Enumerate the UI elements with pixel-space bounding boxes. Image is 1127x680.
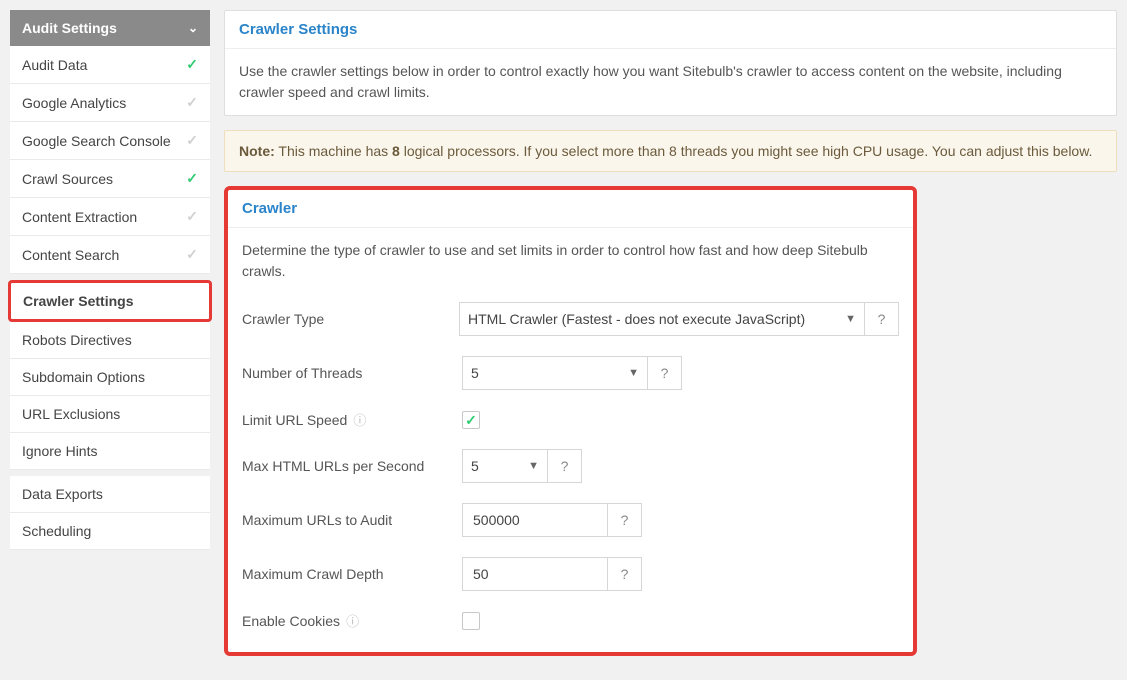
sidebar-item[interactable]: Google Search Console ✓: [10, 122, 210, 160]
sidebar-item[interactable]: Data Exports: [10, 476, 210, 513]
sidebar-item[interactable]: Ignore Hints: [10, 433, 210, 470]
select-value: 5: [471, 365, 479, 381]
sidebar-item-label: Crawl Sources: [22, 171, 113, 187]
row-limit-speed: Limit URL Speed ⓘ: [242, 400, 899, 439]
caret-down-icon: ▼: [628, 367, 639, 379]
sidebar-header-label: Audit Settings: [22, 20, 117, 36]
help-icon: ?: [661, 365, 669, 381]
row-threads: Number of Threads 5 ▼ ?: [242, 346, 899, 400]
sidebar-item-crawler-settings[interactable]: Crawler Settings: [8, 280, 212, 322]
input-max-urls[interactable]: [471, 504, 599, 536]
input-max-depth[interactable]: [471, 558, 599, 590]
sidebar-item[interactable]: Scheduling: [10, 513, 210, 550]
help-button-max-depth[interactable]: ?: [608, 557, 642, 591]
caret-down-icon: ▼: [845, 313, 856, 325]
sidebar-item[interactable]: URL Exclusions: [10, 396, 210, 433]
sidebar-item-label: Scheduling: [22, 523, 91, 539]
note-box: Note: This machine has 8 logical process…: [224, 130, 1117, 172]
label-max-depth: Maximum Crawl Depth: [242, 566, 462, 582]
crawler-card-desc: Determine the type of crawler to use and…: [242, 240, 899, 282]
sidebar-item-label: Google Search Console: [22, 133, 171, 149]
crawler-card: Crawler Determine the type of crawler to…: [224, 186, 917, 656]
sidebar-item-label: Ignore Hints: [22, 443, 97, 459]
crawler-card-title: Crawler: [242, 200, 297, 217]
sidebar-item-label: Data Exports: [22, 486, 103, 502]
question-icon: ⓘ: [346, 611, 359, 630]
help-button-threads[interactable]: ?: [648, 356, 682, 390]
label-cookies: Enable Cookies: [242, 613, 340, 629]
help-button-max-html-urls[interactable]: ?: [548, 449, 582, 483]
checkbox-limit-speed[interactable]: [462, 411, 480, 429]
help-button-crawler-type[interactable]: ?: [865, 302, 899, 336]
input-max-depth-wrap: [462, 557, 608, 591]
sidebar-group-3: Data Exports Scheduling: [10, 476, 210, 550]
note-prefix: Note:: [239, 143, 275, 159]
note-text-a: This machine has: [275, 143, 392, 159]
check-icon: ✓: [186, 56, 198, 73]
select-value: 5: [471, 458, 479, 474]
sidebar-item[interactable]: Audit Data ✓: [10, 46, 210, 84]
row-max-urls: Maximum URLs to Audit ?: [242, 493, 899, 547]
row-cookies: Enable Cookies ⓘ: [242, 601, 899, 640]
label-crawler-type: Crawler Type: [242, 311, 459, 327]
select-max-html-urls[interactable]: 5 ▼: [462, 449, 548, 483]
help-icon: ?: [621, 512, 629, 528]
sidebar-item-label: Audit Data: [22, 57, 87, 73]
chevron-down-icon: ⌄: [188, 21, 198, 35]
label-threads: Number of Threads: [242, 365, 462, 381]
input-max-urls-wrap: [462, 503, 608, 537]
sidebar-item[interactable]: Google Analytics ✓: [10, 84, 210, 122]
check-icon: ✓: [186, 246, 198, 263]
sidebar-item-label: Robots Directives: [22, 332, 132, 348]
help-button-max-urls[interactable]: ?: [608, 503, 642, 537]
check-icon: ✓: [186, 170, 198, 187]
checkbox-cookies[interactable]: [462, 612, 480, 630]
sidebar-item[interactable]: Content Search ✓: [10, 236, 210, 274]
sidebar-item[interactable]: Crawl Sources ✓: [10, 160, 210, 198]
main-content: Crawler Settings Use the crawler setting…: [224, 10, 1117, 670]
check-icon: ✓: [186, 94, 198, 111]
check-icon: ✓: [186, 208, 198, 225]
note-count: 8: [392, 143, 400, 159]
check-icon: ✓: [186, 132, 198, 149]
row-crawler-type: Crawler Type HTML Crawler (Fastest - doe…: [242, 292, 899, 346]
sidebar-item-label: Content Extraction: [22, 209, 137, 225]
card-text: Use the crawler settings below in order …: [239, 61, 1102, 103]
sidebar-item-label: Subdomain Options: [22, 369, 145, 385]
sidebar-item[interactable]: Robots Directives: [10, 322, 210, 359]
label-max-html-urls: Max HTML URLs per Second: [242, 458, 462, 474]
sidebar-item-label: Google Analytics: [22, 95, 126, 111]
crawler-settings-intro-card: Crawler Settings Use the crawler setting…: [224, 10, 1117, 116]
sidebar-item[interactable]: Content Extraction ✓: [10, 198, 210, 236]
sidebar-group-1: Audit Data✓Google Analytics✓Google Searc…: [10, 46, 210, 274]
question-icon: ⓘ: [353, 410, 366, 429]
help-icon: ?: [621, 566, 629, 582]
note-text-b: logical processors. If you select more t…: [400, 143, 1093, 159]
select-value: HTML Crawler (Fastest - does not execute…: [468, 311, 805, 327]
help-icon: ?: [561, 458, 569, 474]
sidebar-header[interactable]: Audit Settings ⌄: [10, 10, 210, 46]
card-title: Crawler Settings: [239, 21, 357, 38]
label-max-urls: Maximum URLs to Audit: [242, 512, 462, 528]
row-max-depth: Maximum Crawl Depth ?: [242, 547, 899, 601]
row-max-html-urls: Max HTML URLs per Second 5 ▼ ?: [242, 439, 899, 493]
sidebar-item[interactable]: Subdomain Options: [10, 359, 210, 396]
caret-down-icon: ▼: [528, 460, 539, 472]
sidebar: Audit Settings ⌄ Audit Data✓Google Analy…: [10, 10, 210, 670]
select-threads[interactable]: 5 ▼: [462, 356, 648, 390]
select-crawler-type[interactable]: HTML Crawler (Fastest - does not execute…: [459, 302, 865, 336]
label-limit-speed: Limit URL Speed: [242, 412, 347, 428]
sidebar-item-label: URL Exclusions: [22, 406, 120, 422]
help-icon: ?: [878, 311, 886, 327]
sidebar-item-label: Crawler Settings: [23, 293, 133, 309]
sidebar-item-label: Content Search: [22, 247, 119, 263]
